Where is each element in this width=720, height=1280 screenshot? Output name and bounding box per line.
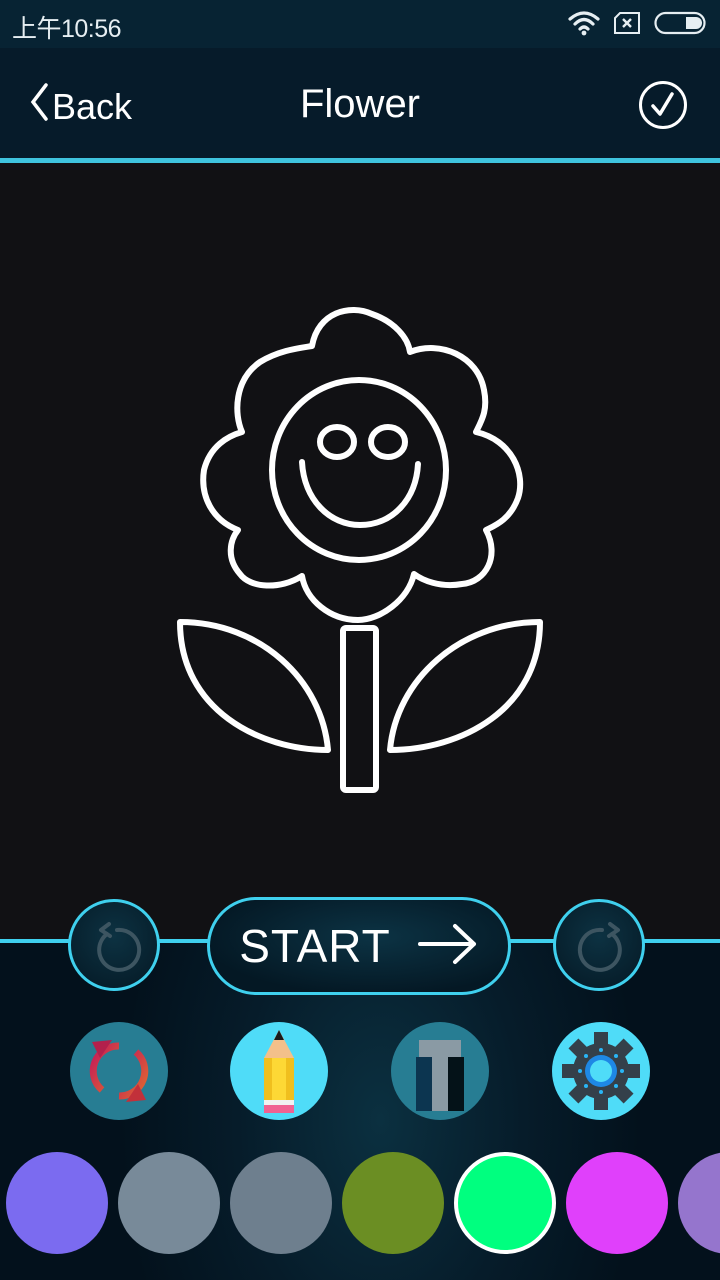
redo-button[interactable]: [553, 899, 645, 991]
start-label: START: [239, 920, 391, 972]
check-circle-icon: [638, 81, 688, 134]
left-eye: [317, 424, 357, 460]
right-eye: [368, 424, 408, 460]
color-swatch[interactable]: [342, 1152, 444, 1254]
battery-icon: [654, 11, 706, 40]
status-bar: 上午10:56: [0, 0, 720, 48]
no-sim-icon: [614, 12, 640, 39]
wifi-icon: [568, 10, 600, 41]
color-swatch[interactable]: [118, 1152, 220, 1254]
color-palette: [0, 1152, 720, 1254]
refresh-tool-button[interactable]: [70, 1022, 168, 1120]
page-title: Flower: [299, 82, 421, 126]
right-leaf: [387, 619, 543, 753]
smile: [299, 459, 421, 528]
status-time: 上午10:56: [12, 15, 122, 43]
flower-petals: [200, 307, 524, 623]
start-button[interactable]: START: [207, 897, 511, 995]
color-swatch[interactable]: [6, 1152, 108, 1254]
arrow-right-icon: [417, 922, 479, 971]
drawing-canvas[interactable]: [0, 163, 720, 940]
left-leaf: [177, 619, 331, 753]
color-swatch[interactable]: [566, 1152, 668, 1254]
undo-button[interactable]: [68, 899, 160, 991]
confirm-button[interactable]: [638, 80, 688, 130]
flower-drawing: [177, 307, 543, 793]
settings-tool-button[interactable]: [552, 1022, 650, 1120]
text-tool-button[interactable]: [391, 1022, 489, 1120]
color-swatch[interactable]: [678, 1152, 720, 1254]
color-swatch[interactable]: [230, 1152, 332, 1254]
stem: [340, 625, 379, 793]
pencil-tool-button[interactable]: [230, 1022, 328, 1120]
color-swatch[interactable]: [454, 1152, 556, 1254]
